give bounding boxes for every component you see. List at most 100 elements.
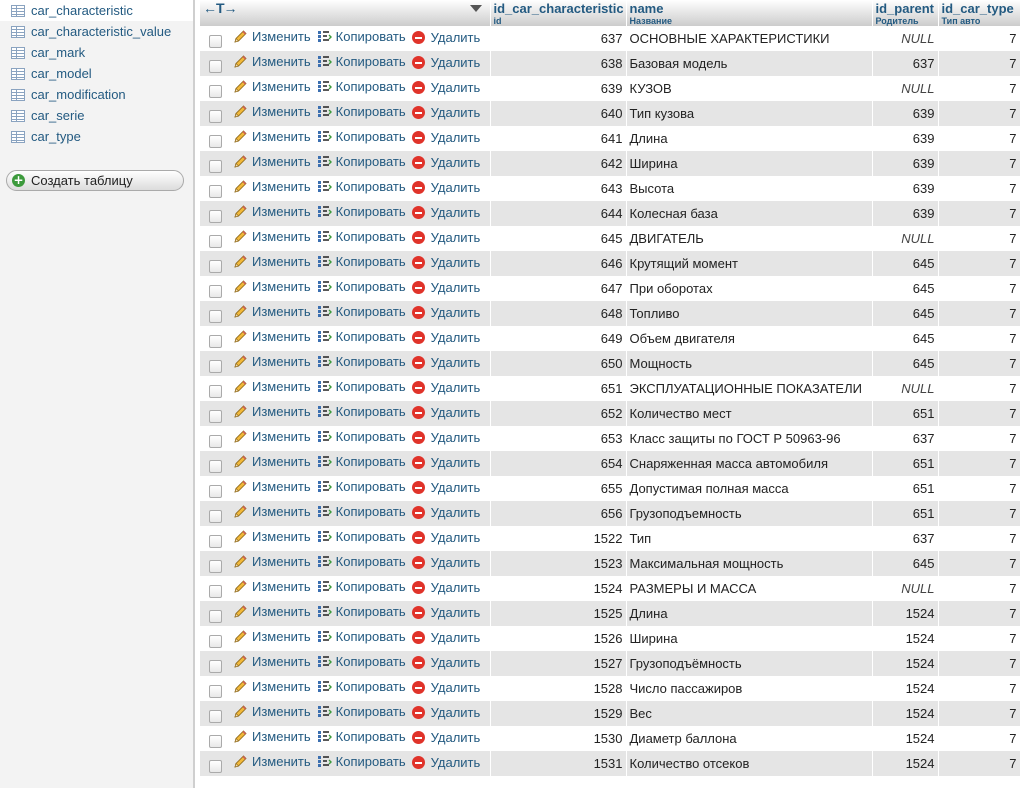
row-checkbox[interactable] <box>209 359 222 373</box>
edit-row-link[interactable]: Изменить <box>233 104 311 119</box>
row-checkbox[interactable] <box>209 259 222 273</box>
cell-parent[interactable]: 637 <box>872 51 939 76</box>
cell-name[interactable]: Грузоподъемность <box>626 501 873 526</box>
cell-id[interactable]: 1522 <box>490 526 627 551</box>
cell-parent[interactable]: 645 <box>872 351 939 376</box>
edit-row-link[interactable]: Изменить <box>233 354 311 369</box>
row-checkbox[interactable] <box>209 759 222 773</box>
cell-id[interactable]: 1526 <box>490 626 627 651</box>
cell-parent[interactable]: 651 <box>872 501 939 526</box>
cell-type[interactable]: 7 <box>938 26 1021 51</box>
cell-id[interactable]: 640 <box>490 101 627 126</box>
cell-type[interactable]: 7 <box>938 126 1021 151</box>
delete-row-link[interactable]: Удалить <box>411 655 480 670</box>
cell-type[interactable]: 7 <box>938 526 1021 551</box>
row-checkbox[interactable] <box>209 434 222 448</box>
edit-row-link[interactable]: Изменить <box>233 604 311 619</box>
copy-row-link[interactable]: Копировать <box>317 404 406 419</box>
cell-parent[interactable]: 1524 <box>872 601 939 626</box>
edit-row-link[interactable]: Изменить <box>233 754 311 769</box>
cell-id[interactable]: 639 <box>490 76 627 101</box>
delete-row-link[interactable]: Удалить <box>411 705 480 720</box>
delete-row-link[interactable]: Удалить <box>411 55 480 70</box>
edit-row-link[interactable]: Изменить <box>233 154 311 169</box>
row-checkbox[interactable] <box>209 634 222 648</box>
copy-row-link[interactable]: Копировать <box>317 304 406 319</box>
cell-name[interactable]: Базовая модель <box>626 51 873 76</box>
copy-row-link[interactable]: Копировать <box>317 454 406 469</box>
edit-row-link[interactable]: Изменить <box>233 404 311 419</box>
sidebar-table-car-serie[interactable]: car_serie <box>0 105 193 126</box>
edit-row-link[interactable]: Изменить <box>233 704 311 719</box>
edit-row-link[interactable]: Изменить <box>233 304 311 319</box>
cell-parent[interactable]: 651 <box>872 476 939 501</box>
edit-row-link[interactable]: Изменить <box>233 379 311 394</box>
delete-row-link[interactable]: Удалить <box>411 430 480 445</box>
copy-row-link[interactable]: Копировать <box>317 529 406 544</box>
cell-id[interactable]: 642 <box>490 151 627 176</box>
copy-row-link[interactable]: Копировать <box>317 254 406 269</box>
edit-row-link[interactable]: Изменить <box>233 54 311 69</box>
create-table-button[interactable]: + Создать таблицу <box>6 170 184 191</box>
cell-name[interactable]: Мощность <box>626 351 873 376</box>
edit-row-link[interactable]: Изменить <box>233 29 311 44</box>
copy-row-link[interactable]: Копировать <box>317 229 406 244</box>
cell-parent[interactable]: 639 <box>872 201 939 226</box>
cell-name[interactable]: Количество отсеков <box>626 751 873 776</box>
cell-type[interactable]: 7 <box>938 226 1021 251</box>
sidebar-table-car-modification[interactable]: car_modification <box>0 84 193 105</box>
cell-id[interactable]: 644 <box>490 201 627 226</box>
delete-row-link[interactable]: Удалить <box>411 480 480 495</box>
cell-parent[interactable]: NULL <box>872 226 939 251</box>
edit-row-link[interactable]: Изменить <box>233 129 311 144</box>
row-checkbox[interactable] <box>209 684 222 698</box>
cell-parent[interactable]: NULL <box>872 26 939 51</box>
delete-row-link[interactable]: Удалить <box>411 555 480 570</box>
cell-parent[interactable]: 639 <box>872 126 939 151</box>
copy-row-link[interactable]: Копировать <box>317 629 406 644</box>
cell-name[interactable]: При оборотах <box>626 276 873 301</box>
cell-id[interactable]: 645 <box>490 226 627 251</box>
delete-row-link[interactable]: Удалить <box>411 505 480 520</box>
column-arrows-icon[interactable]: ←T→ <box>203 0 238 16</box>
delete-row-link[interactable]: Удалить <box>411 455 480 470</box>
copy-row-link[interactable]: Копировать <box>317 754 406 769</box>
copy-row-link[interactable]: Копировать <box>317 329 406 344</box>
cell-name[interactable]: Топливо <box>626 301 873 326</box>
edit-row-link[interactable]: Изменить <box>233 204 311 219</box>
cell-name[interactable]: Число пассажиров <box>626 676 873 701</box>
cell-type[interactable]: 7 <box>938 51 1021 76</box>
edit-row-link[interactable]: Изменить <box>233 429 311 444</box>
cell-id[interactable]: 1527 <box>490 651 627 676</box>
delete-row-link[interactable]: Удалить <box>411 30 480 45</box>
row-checkbox[interactable] <box>209 284 222 298</box>
cell-parent[interactable]: 645 <box>872 326 939 351</box>
cell-type[interactable]: 7 <box>938 451 1021 476</box>
delete-row-link[interactable]: Удалить <box>411 280 480 295</box>
edit-row-link[interactable]: Изменить <box>233 229 311 244</box>
cell-parent[interactable]: 1524 <box>872 651 939 676</box>
cell-name[interactable]: Колесная база <box>626 201 873 226</box>
cell-id[interactable]: 638 <box>490 51 627 76</box>
column-header-parent[interactable]: id_parent Родитель <box>872 0 939 26</box>
delete-row-link[interactable]: Удалить <box>411 630 480 645</box>
cell-name[interactable]: КУЗОВ <box>626 76 873 101</box>
edit-row-link[interactable]: Изменить <box>233 654 311 669</box>
cell-type[interactable]: 7 <box>938 101 1021 126</box>
row-checkbox[interactable] <box>209 609 222 623</box>
cell-type[interactable]: 7 <box>938 351 1021 376</box>
column-header-name[interactable]: name Название <box>626 0 873 26</box>
sort-dropdown-icon[interactable] <box>470 5 482 12</box>
cell-id[interactable]: 650 <box>490 351 627 376</box>
cell-parent[interactable]: 637 <box>872 526 939 551</box>
cell-name[interactable]: Класс защиты по ГОСТ Р 50963-96 <box>626 426 873 451</box>
row-checkbox[interactable] <box>209 559 222 573</box>
cell-parent[interactable]: 645 <box>872 276 939 301</box>
cell-type[interactable]: 7 <box>938 576 1021 601</box>
cell-parent[interactable]: 1524 <box>872 701 939 726</box>
row-checkbox[interactable] <box>209 734 222 748</box>
sidebar-table-car-model[interactable]: car_model <box>0 63 193 84</box>
cell-type[interactable]: 7 <box>938 751 1021 776</box>
copy-row-link[interactable]: Копировать <box>317 654 406 669</box>
row-checkbox[interactable] <box>209 659 222 673</box>
